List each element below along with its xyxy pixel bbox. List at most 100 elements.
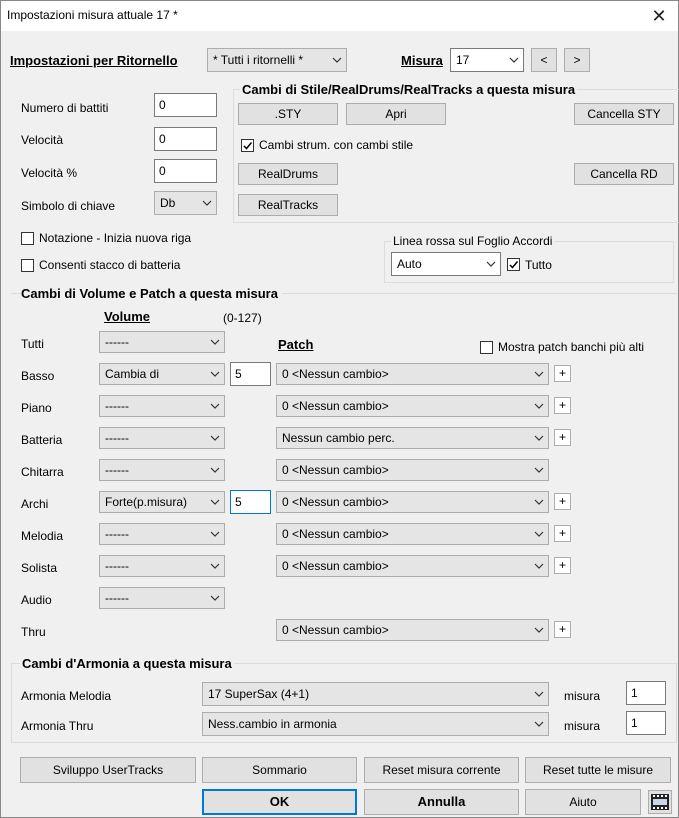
volume-select-audio[interactable]: ------ (99, 587, 225, 609)
next-measure-button[interactable]: > (564, 48, 590, 72)
volume-value: ------ (105, 591, 129, 605)
linea-rossa-value: Auto (397, 257, 422, 271)
cancella-sty-button[interactable]: Cancella STY (574, 103, 674, 125)
linea-rossa-title: Linea rossa sul Foglio Accordi (391, 234, 555, 248)
video-help-icon[interactable] (648, 790, 672, 814)
chevron-down-icon (202, 198, 212, 208)
patch-plus-button-basso[interactable]: + (554, 365, 571, 382)
patch-select-thru[interactable]: 0 <Nessun cambio> (276, 619, 549, 641)
armonia-thru-select[interactable]: Ness.cambio in armonia (202, 712, 549, 736)
reset-misura-corrente-button[interactable]: Reset misura corrente (364, 757, 519, 783)
reset-tutte-misure-button[interactable]: Reset tutte le misure (525, 757, 671, 783)
volume-value: ------ (105, 335, 129, 349)
volume-amount-basso[interactable]: 5 (230, 362, 271, 386)
patch-select-solista[interactable]: 0 <Nessun cambio> (276, 555, 549, 577)
chevron-down-icon (210, 401, 220, 411)
patch-plus-button-solista[interactable]: + (554, 557, 571, 574)
patch-select-piano[interactable]: 0 <Nessun cambio> (276, 395, 549, 417)
patch-value: Nessun cambio perc. (282, 431, 395, 445)
annulla-button[interactable]: Annulla (364, 789, 519, 815)
stacco-checkbox[interactable] (21, 259, 34, 272)
mostra-patch-label: Mostra patch banchi più alti (498, 340, 645, 354)
volume-select-tutti[interactable]: ------ (99, 331, 225, 353)
armonia-melodia-misura-input[interactable]: 1 (626, 681, 666, 705)
sty-button[interactable]: .STY (238, 103, 338, 125)
misura-select[interactable]: 17 (450, 48, 524, 72)
chevron-down-icon (534, 561, 544, 571)
chevron-down-icon (210, 561, 220, 571)
volume-select-piano[interactable]: ------ (99, 395, 225, 417)
realdrums-button[interactable]: RealDrums (238, 163, 338, 185)
patch-select-basso[interactable]: 0 <Nessun cambio> (276, 363, 549, 385)
ok-button[interactable]: OK (202, 789, 357, 815)
apri-button[interactable]: Apri (346, 103, 446, 125)
prev-measure-button[interactable]: < (531, 48, 557, 72)
volume-select-chitarra[interactable]: ------ (99, 459, 225, 481)
patch-select-chitarra[interactable]: 0 <Nessun cambio> (276, 459, 549, 481)
row-label-archi: Archi (21, 497, 49, 511)
row-label-solista: Solista (21, 561, 58, 575)
sommario-button[interactable]: Sommario (202, 757, 357, 783)
ritornello-value: * Tutti i ritornelli * (213, 53, 304, 67)
armonia-thru-label: Armonia Thru (21, 719, 94, 733)
patch-plus-button-piano[interactable]: + (554, 397, 571, 414)
patch-value: 0 <Nessun cambio> (282, 463, 389, 477)
armonia-thru-misura-input[interactable]: 1 (626, 711, 666, 735)
realtracks-button[interactable]: RealTracks (238, 194, 338, 216)
velocita-input[interactable]: 0 (154, 127, 217, 151)
cancella-rd-button[interactable]: Cancella RD (574, 163, 674, 185)
volume-select-solista[interactable]: ------ (99, 555, 225, 577)
chevron-down-icon (534, 529, 544, 539)
patch-plus-button-archi[interactable]: + (554, 493, 571, 510)
battiti-input[interactable]: 0 (154, 93, 217, 117)
volume-select-melodia[interactable]: ------ (99, 523, 225, 545)
chiave-select[interactable]: Db (154, 191, 217, 215)
notazione-label: Notazione - Inizia nuova riga (39, 231, 192, 245)
patch-value: 0 <Nessun cambio> (282, 399, 389, 413)
patch-plus-button-melodia[interactable]: + (554, 525, 571, 542)
volume-value: Forte(p.misura) (105, 495, 188, 509)
title-bar: Impostazioni misura attuale 17 * ✕ (1, 1, 678, 31)
chevron-down-icon (509, 55, 519, 65)
velocita-label: Velocità (21, 133, 64, 147)
armonia-thru-misura-label: misura (564, 719, 601, 733)
notazione-checkbox[interactable] (21, 232, 34, 245)
stacco-label: Consenti stacco di batteria (39, 258, 181, 272)
chiave-label: Simbolo di chiave (21, 199, 116, 213)
chevron-down-icon (210, 529, 220, 539)
volume-amount-archi[interactable]: 5 (230, 490, 271, 514)
cambi-strum-checkbox[interactable] (241, 139, 254, 152)
misura-label: Misura (401, 53, 443, 68)
row-label-melodia: Melodia (21, 529, 64, 543)
volume-select-archi[interactable]: Forte(p.misura) (99, 491, 225, 513)
close-icon[interactable]: ✕ (646, 3, 672, 29)
row-label-batteria: Batteria (21, 433, 63, 447)
armonia-melodia-select[interactable]: 17 SuperSax (4+1) (202, 682, 549, 706)
linea-rossa-select[interactable]: Auto (391, 252, 501, 276)
patch-select-melodia[interactable]: 0 <Nessun cambio> (276, 523, 549, 545)
ritornello-select[interactable]: * Tutti i ritornelli * (207, 48, 347, 72)
sviluppo-usertracks-button[interactable]: Sviluppo UserTracks (20, 757, 196, 783)
patch-plus-button-thru[interactable]: + (554, 621, 571, 638)
aiuto-button[interactable]: Aiuto (525, 789, 641, 815)
patch-select-archi[interactable]: 0 <Nessun cambio> (276, 491, 549, 513)
mostra-patch-checkbox[interactable] (480, 341, 493, 354)
volume-select-batteria[interactable]: ------ (99, 427, 225, 449)
armonia-melodia-value: 17 SuperSax (4+1) (208, 687, 310, 701)
tutto-checkbox[interactable] (507, 258, 520, 271)
row-label-chitarra: Chitarra (21, 465, 64, 479)
chevron-down-icon (534, 497, 544, 507)
volume-value: Cambia di (105, 367, 160, 381)
check-icon (243, 142, 253, 150)
patch-value: 0 <Nessun cambio> (282, 527, 389, 541)
chevron-down-icon (486, 259, 496, 269)
chevron-down-icon (534, 401, 544, 411)
patch-select-batteria[interactable]: Nessun cambio perc. (276, 427, 549, 449)
patch-value: 0 <Nessun cambio> (282, 559, 389, 573)
row-label-piano: Piano (21, 401, 52, 415)
patch-value: 0 <Nessun cambio> (282, 495, 389, 509)
chevron-down-icon (210, 337, 220, 347)
velocita-pct-input[interactable]: 0 (154, 159, 217, 183)
patch-plus-button-batteria[interactable]: + (554, 429, 571, 446)
volume-select-basso[interactable]: Cambia di (99, 363, 225, 385)
